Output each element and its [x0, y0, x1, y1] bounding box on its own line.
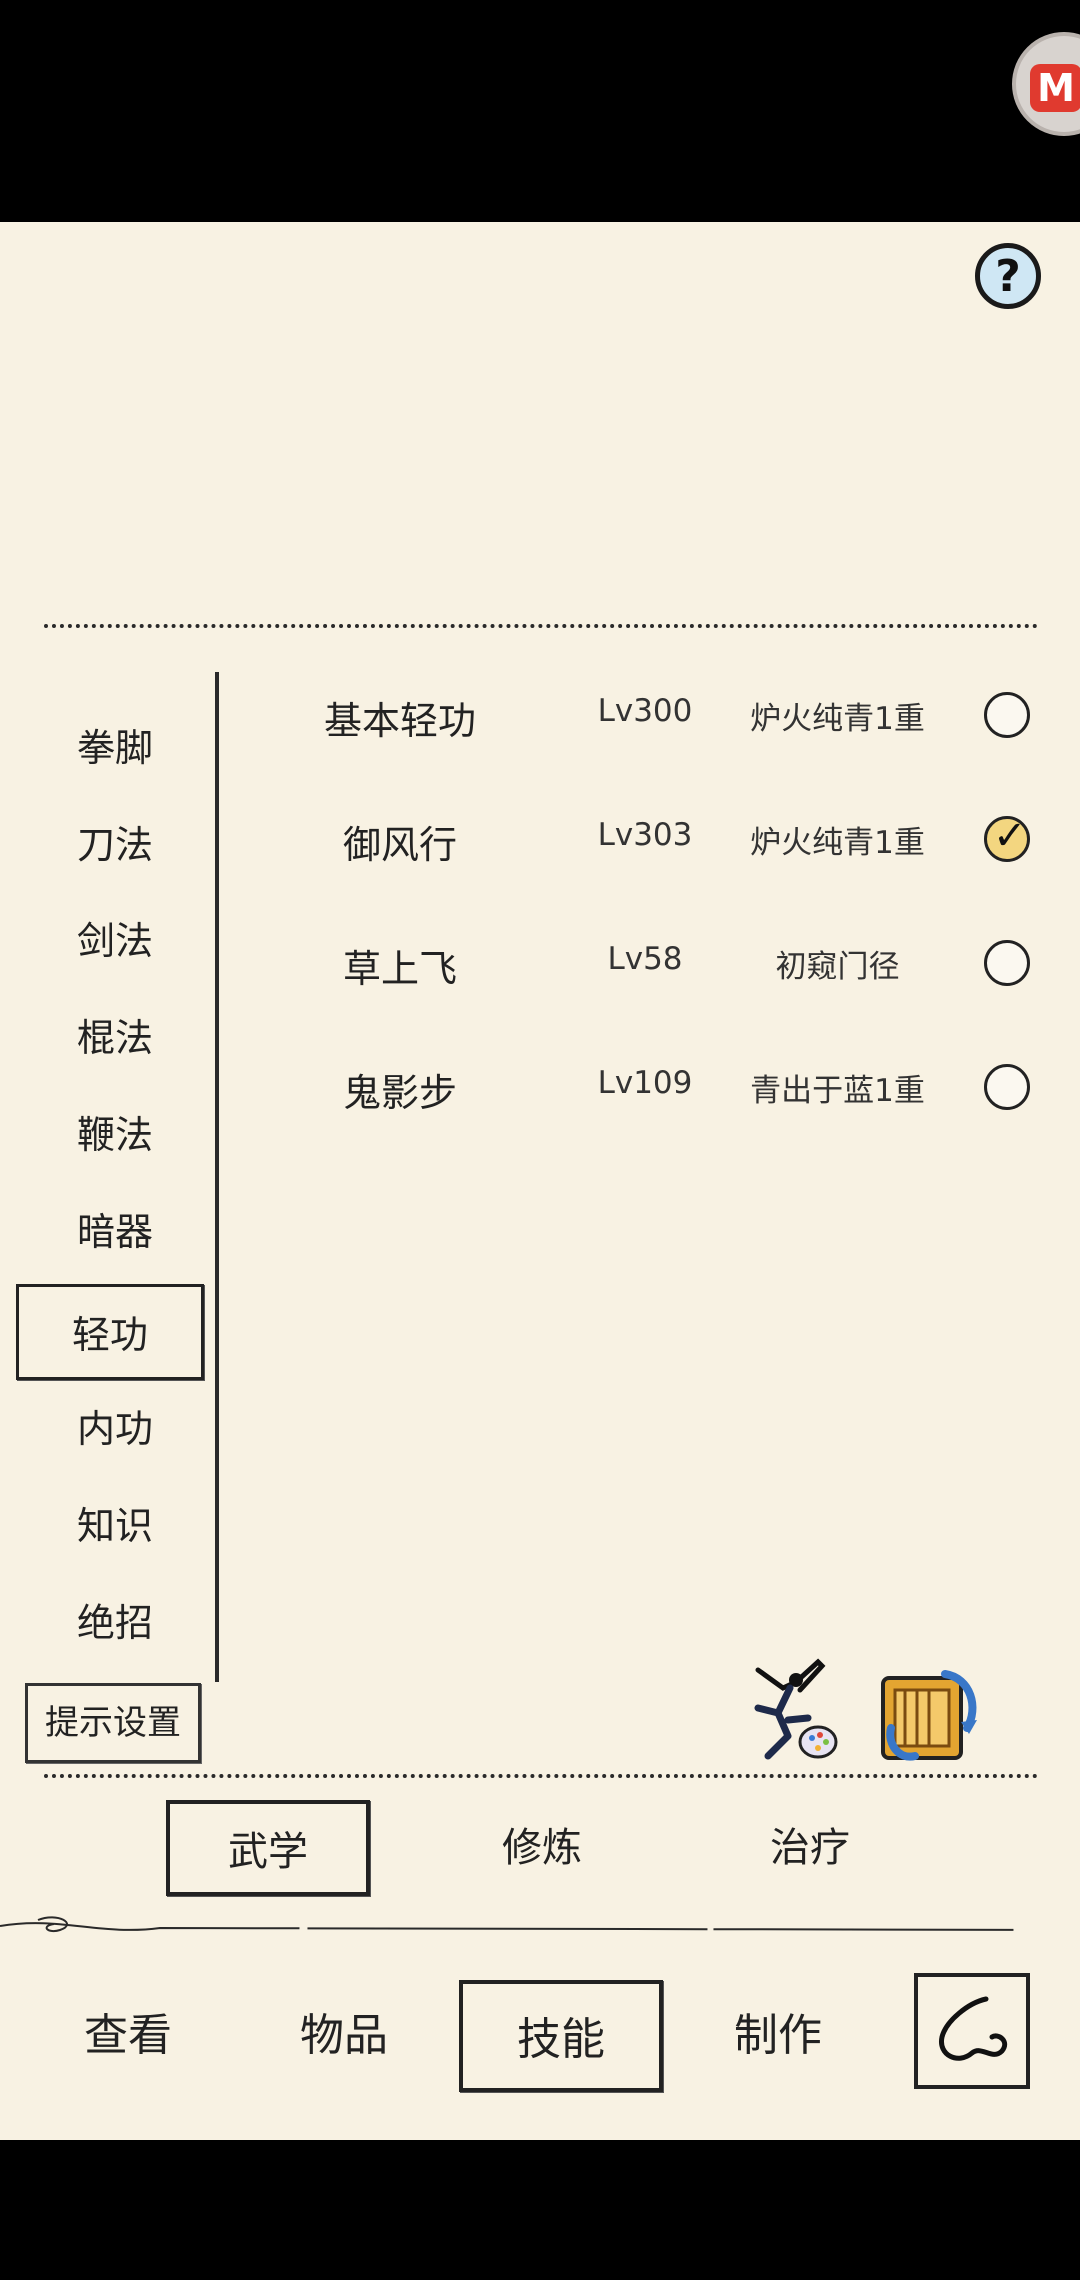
- back-icon: [939, 1996, 1008, 2061]
- skill-name: 基本轻功: [323, 699, 476, 743]
- sub-tab[interactable]: 修炼: [440, 1800, 644, 1896]
- skill-name: 草上飞: [342, 947, 457, 991]
- category-list-border: [215, 672, 219, 1682]
- bottom-nav-tab[interactable]: 制作: [676, 1980, 880, 2092]
- skill-name: 鬼影步: [342, 1071, 457, 1115]
- skill-rank: 初窥门径: [775, 949, 900, 985]
- category-item[interactable]: 鞭法: [30, 1099, 200, 1171]
- hint-settings-button[interactable]: 提示设置: [25, 1683, 201, 1763]
- skill-level: Lv109: [597, 1065, 693, 1101]
- bottom-nav-tab[interactable]: 物品: [242, 1980, 446, 2092]
- skill-rank: 青出于蓝1重: [750, 1073, 925, 1109]
- fighter-icon[interactable]: [738, 1658, 842, 1762]
- category-item[interactable]: 轻功: [16, 1284, 204, 1380]
- category-item[interactable]: 暗器: [30, 1196, 200, 1268]
- bottom-nav-tab[interactable]: 技能: [459, 1980, 663, 2092]
- sub-tab[interactable]: 治疗: [708, 1800, 912, 1896]
- skill-level: Lv58: [607, 941, 683, 977]
- skill-name: 御风行: [342, 823, 457, 867]
- bottom-nav-tab[interactable]: 查看: [26, 1980, 230, 2092]
- skill-rank: 炉火纯青1重: [750, 701, 925, 737]
- brush-stroke-divider: [0, 1916, 1080, 1933]
- top-dotted-divider: [44, 624, 1038, 628]
- back-button[interactable]: [914, 1973, 1030, 2089]
- category-item[interactable]: 剑法: [30, 905, 200, 977]
- sub-tab[interactable]: 武学: [166, 1800, 370, 1896]
- category-item[interactable]: 知识: [30, 1490, 200, 1562]
- top-status-area: [0, 0, 1080, 222]
- bottom-dotted-divider: [44, 1774, 1038, 1778]
- app-badge-letter: M: [1037, 66, 1075, 110]
- skill-select-radio[interactable]: [984, 1064, 1030, 1110]
- skill-select-radio[interactable]: ✓: [984, 813, 1030, 862]
- category-item[interactable]: 绝招: [30, 1587, 200, 1659]
- skill-select-radio[interactable]: [984, 692, 1030, 738]
- category-item[interactable]: 内功: [30, 1393, 200, 1465]
- check-icon: ✓: [993, 813, 1027, 859]
- skill-select-radio[interactable]: [984, 940, 1030, 986]
- category-item[interactable]: 拳脚: [30, 712, 200, 784]
- skill-rank: 炉火纯青1重: [750, 825, 925, 861]
- skill-level: Lv300: [597, 693, 693, 729]
- help-button[interactable]: ?: [975, 243, 1041, 309]
- scroll-swap-icon[interactable]: [875, 1664, 985, 1768]
- category-item[interactable]: 棍法: [30, 1002, 200, 1074]
- skill-level: Lv303: [597, 817, 693, 853]
- bottom-system-area: [0, 2140, 1080, 2280]
- category-item[interactable]: 刀法: [30, 809, 200, 881]
